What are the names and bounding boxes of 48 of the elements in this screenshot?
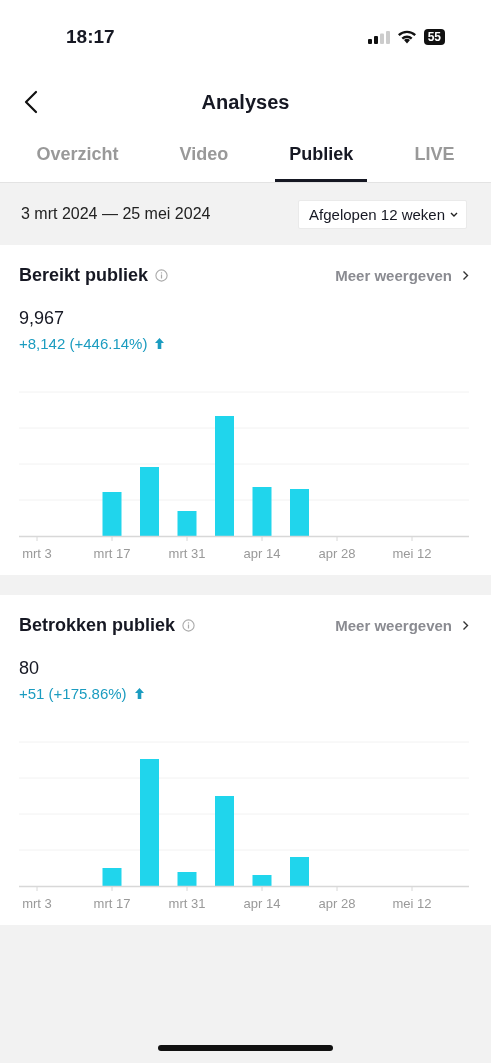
more-link[interactable]: Meer weergeven [335, 267, 469, 284]
tab[interactable]: Video [165, 130, 243, 182]
bar [290, 857, 309, 886]
chevron-right-icon [462, 620, 469, 631]
date-range: 3 mrt 2024 — 25 mei 2024 [21, 205, 211, 223]
axis-label: mrt 31 [167, 546, 207, 561]
card-title: Betrokken publiek [19, 615, 176, 636]
arrow-up-icon [134, 688, 144, 699]
card-title: Bereikt publiek [19, 265, 149, 286]
axis-label: mei 12 [391, 896, 433, 911]
axis-label: mrt 3 [21, 546, 53, 561]
axis-label: mei 12 [391, 546, 433, 561]
bar [102, 868, 122, 886]
axis-label: mrt 3 [21, 896, 53, 911]
axis-label: apr 14 [242, 896, 282, 911]
axis-label: mrt 17 [92, 896, 132, 911]
period-dropdown[interactable]: Afgelopen 12 weken [298, 199, 467, 229]
arrow-up-icon [155, 338, 165, 349]
axis-label: apr 28 [317, 896, 357, 911]
metric-change: +51 (+175.86%) [19, 685, 127, 702]
tab[interactable]: LIVE [400, 130, 469, 182]
bar [290, 489, 309, 536]
more-link[interactable]: Meer weergeven [335, 617, 469, 634]
wifi-icon [396, 30, 417, 44]
page-title: Analyses [201, 90, 290, 114]
signal-icon [367, 30, 390, 44]
bar [177, 511, 197, 536]
axis-label: mrt 31 [167, 896, 207, 911]
chevron-right-icon [462, 270, 469, 281]
metric-change: +8,142 (+446.14%) [19, 335, 148, 352]
info-icon[interactable] [155, 269, 169, 282]
chevron-down-icon [450, 211, 458, 217]
tab[interactable]: Publiek [275, 130, 368, 182]
bar [140, 467, 159, 536]
bar [252, 487, 272, 536]
axis-label: apr 14 [242, 546, 282, 561]
status-time: 18:17 [66, 26, 115, 48]
axis-label: mrt 17 [92, 546, 132, 561]
bar [177, 872, 197, 886]
info-icon[interactable] [182, 619, 196, 632]
bar [102, 492, 122, 536]
metric-value: 9,967 [19, 308, 66, 329]
axis-label: apr 28 [317, 546, 357, 561]
tab[interactable]: Overzicht [22, 130, 133, 182]
battery-icon: 55 [423, 29, 445, 45]
back-icon[interactable] [24, 90, 38, 114]
metric-value: 80 [19, 658, 41, 679]
bar [252, 875, 272, 886]
